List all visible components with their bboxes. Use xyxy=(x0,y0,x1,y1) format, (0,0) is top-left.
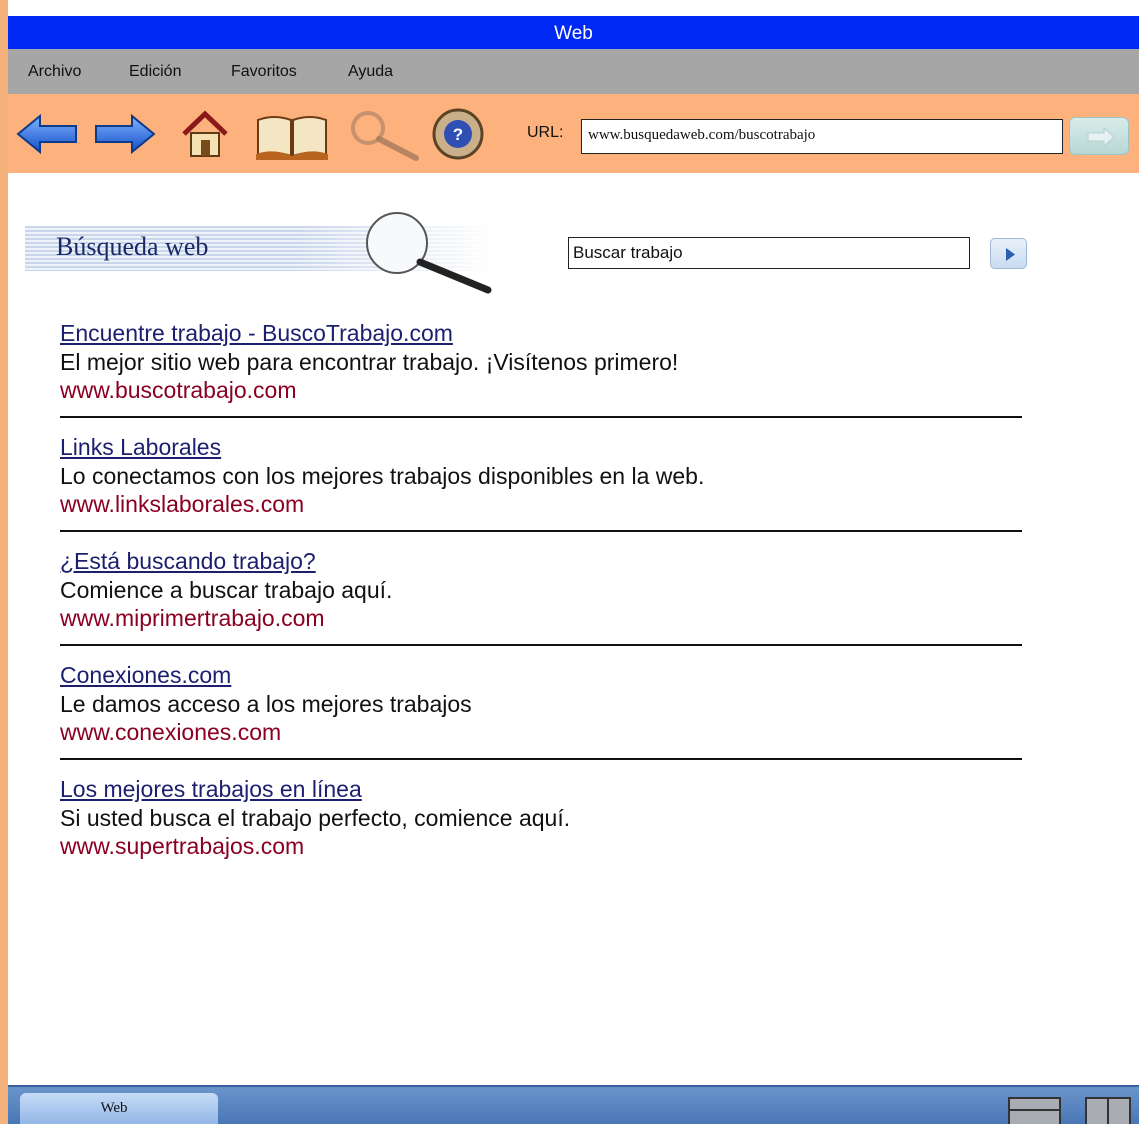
result-description: Le damos acceso a los mejores trabajos xyxy=(60,691,472,717)
menu-ayuda[interactable]: Ayuda xyxy=(348,63,393,81)
tile-horizontal-icon[interactable] xyxy=(1008,1097,1061,1124)
result-description: Comience a buscar trabajo aquí. xyxy=(60,577,393,603)
result-url: www.miprimertrabajo.com xyxy=(60,605,325,631)
forward-arrow-icon[interactable] xyxy=(92,106,158,162)
home-icon[interactable] xyxy=(180,106,230,162)
result-item: Links Laborales Lo conectamos con los me… xyxy=(60,434,1022,548)
window-titlebar: Web xyxy=(8,16,1139,49)
menu-edicion[interactable]: Edición xyxy=(129,63,181,81)
result-title-link[interactable]: Links Laborales xyxy=(60,434,221,461)
search-input[interactable]: Buscar trabajo xyxy=(568,237,970,269)
menu-bar: Archivo Edición Favoritos Ayuda xyxy=(8,49,1139,94)
window-frame-left xyxy=(0,0,8,1124)
tile-vertical-icon[interactable] xyxy=(1085,1097,1131,1124)
result-item: ¿Está buscando trabajo? Comience a busca… xyxy=(60,548,1022,662)
play-arrow-icon xyxy=(1006,248,1015,261)
result-separator xyxy=(60,530,1022,532)
search-submit-button[interactable] xyxy=(990,238,1027,269)
menu-archivo[interactable]: Archivo xyxy=(28,63,81,81)
result-title-link[interactable]: Encuentre trabajo - BuscoTrabajo.com xyxy=(60,320,453,347)
search-results: Encuentre trabajo - BuscoTrabajo.com El … xyxy=(60,320,1022,890)
result-url: www.supertrabajos.com xyxy=(60,833,305,859)
result-description: El mejor sitio web para encontrar trabaj… xyxy=(60,349,679,375)
result-url: www.linkslaborales.com xyxy=(60,491,305,517)
go-button[interactable] xyxy=(1069,117,1129,155)
go-arrow-icon xyxy=(1087,126,1115,148)
result-separator xyxy=(60,758,1022,760)
menu-favoritos[interactable]: Favoritos xyxy=(231,63,297,81)
search-title: Búsqueda web xyxy=(56,232,209,261)
browser-toolbar: ? URL: www.busquedaweb.com/buscotrabajo xyxy=(8,94,1139,173)
book-icon[interactable] xyxy=(254,106,330,162)
result-url: www.conexiones.com xyxy=(60,719,282,745)
help-icon[interactable]: ? xyxy=(426,106,490,162)
taskbar-window-button[interactable]: Web xyxy=(20,1093,218,1124)
result-description: Lo conectamos con los mejores trabajos d… xyxy=(60,463,705,489)
result-title-link[interactable]: Conexiones.com xyxy=(60,662,231,689)
back-arrow-icon[interactable] xyxy=(14,106,80,162)
result-separator xyxy=(60,644,1022,646)
result-url: www.buscotrabajo.com xyxy=(60,377,297,403)
result-item: Conexiones.com Le damos acceso a los mej… xyxy=(60,662,1022,776)
taskbar: Web xyxy=(8,1085,1139,1124)
search-icon[interactable] xyxy=(344,106,428,162)
result-separator xyxy=(60,416,1022,418)
result-title-link[interactable]: ¿Está buscando trabajo? xyxy=(60,548,316,575)
result-item: Los mejores trabajos en línea Si usted b… xyxy=(60,776,1022,890)
window-title: Web xyxy=(554,23,593,44)
result-title-link[interactable]: Los mejores trabajos en línea xyxy=(60,776,362,803)
result-description: Si usted busca el trabajo perfecto, comi… xyxy=(60,805,571,831)
url-label: URL: xyxy=(527,124,564,141)
magnifier-icon xyxy=(366,212,492,294)
result-item: Encuentre trabajo - BuscoTrabajo.com El … xyxy=(60,320,1022,434)
svg-text:?: ? xyxy=(453,125,463,144)
url-input[interactable]: www.busquedaweb.com/buscotrabajo xyxy=(581,119,1063,154)
